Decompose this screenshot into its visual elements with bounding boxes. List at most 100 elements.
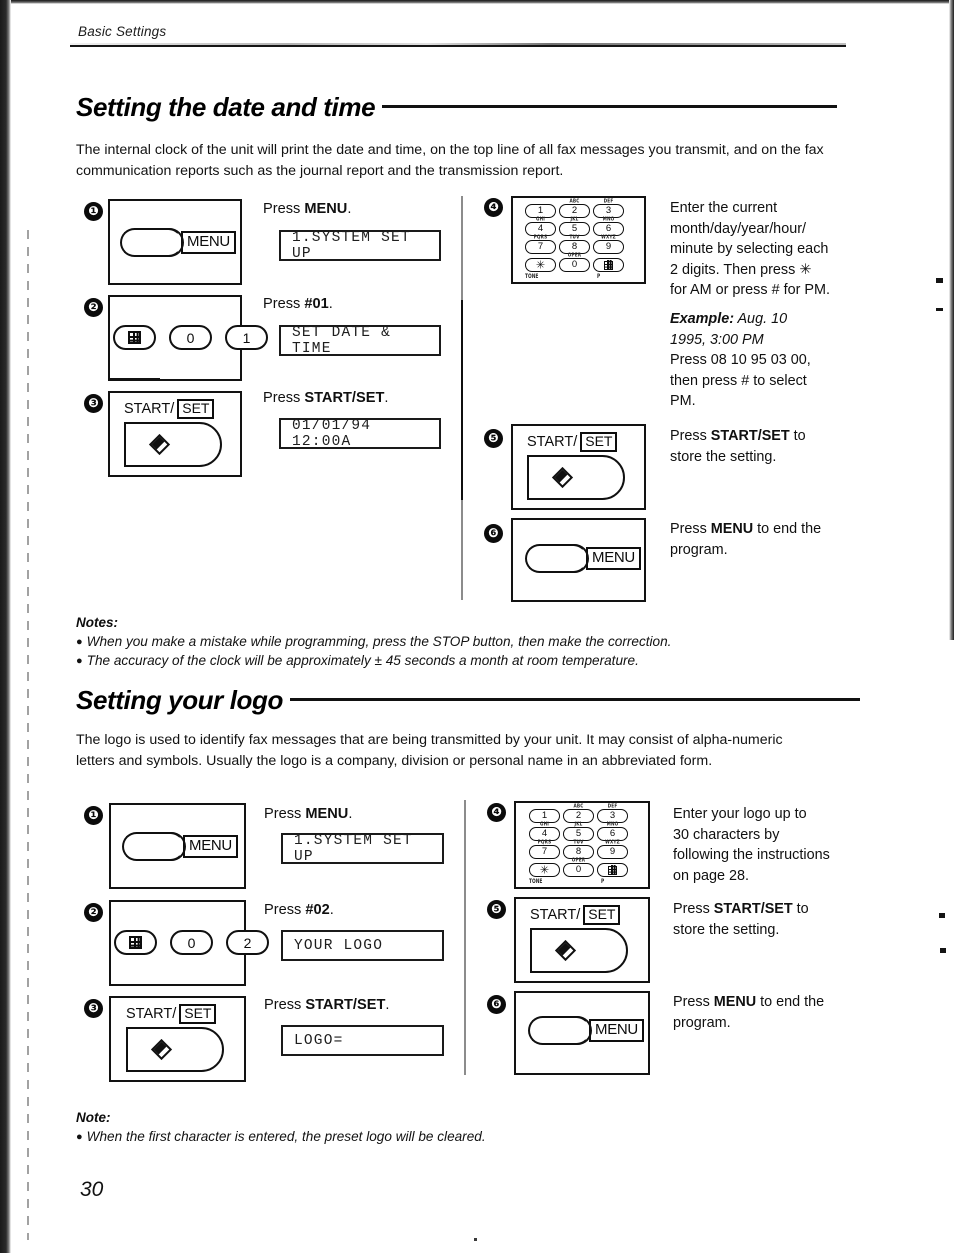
text-line: program. xyxy=(673,1014,731,1031)
instr-suffix: . xyxy=(385,997,390,1013)
start-diamond-icon xyxy=(554,940,577,962)
scan-speck xyxy=(940,948,946,953)
start-set-label: START/ SET xyxy=(124,399,222,420)
key-row-hash-0-2[interactable]: 0 2 xyxy=(114,930,269,955)
hash-icon xyxy=(607,865,617,875)
example-text: Press 08 10 95 03 00, xyxy=(670,352,811,368)
note-item: ● When you make a mistake while programmi… xyxy=(76,632,671,651)
keypad-key-7[interactable]: 7 xyxy=(529,845,560,859)
example-text: Aug. 10 xyxy=(734,311,788,327)
notes-title: Notes: xyxy=(76,615,119,630)
key-1[interactable]: 1 xyxy=(225,325,268,350)
keypad-cell: ✳ xyxy=(529,863,560,879)
instr-bold: START/SET xyxy=(305,997,386,1013)
bold-token: MENU xyxy=(713,994,757,1010)
text-line: Press START/SET to xyxy=(670,428,806,444)
key-sublabel: OPER xyxy=(571,855,586,863)
set-label: SET xyxy=(177,399,215,420)
key-sublabel: DEF xyxy=(607,801,618,809)
text-line: Enter the current xyxy=(670,200,778,216)
keypad-key-hash[interactable] xyxy=(593,258,624,272)
keypad-key-9[interactable]: 9 xyxy=(593,240,624,254)
key-sublabel: WXYZ xyxy=(605,837,620,845)
numeric-keypad[interactable]: 1 ABC 2 DEF 3 GHI 4 JKL 5 MNO 6 PQRS 7 TUV 8 WX… xyxy=(529,802,628,888)
key-sublabel: WXYZ xyxy=(601,232,616,240)
start-label: START/ xyxy=(124,401,175,418)
start-diamond-icon xyxy=(551,467,574,489)
lcd-display-2-logo: YOUR LOGO xyxy=(281,930,444,961)
running-header: Basic Settings xyxy=(78,24,167,39)
start-button-shape[interactable] xyxy=(124,422,222,468)
step-instruction-3-logo: Press START/SET. xyxy=(264,997,389,1013)
scan-speck xyxy=(474,1238,477,1241)
keypad-key-0[interactable]: 0 xyxy=(563,863,594,877)
start-label: START/ xyxy=(530,907,581,924)
text-line: 30 characters by xyxy=(673,826,780,843)
keypad-key-0[interactable]: 0 xyxy=(559,258,590,272)
text-line: Press MENU to end the xyxy=(670,521,822,537)
keypad-cell: PQRS 7 xyxy=(525,233,556,256)
start-set-button[interactable]: START/ SET xyxy=(124,399,222,468)
keypad-cell: OPER 0 xyxy=(563,856,594,879)
start-set-button[interactable]: START/ SET xyxy=(126,1004,224,1073)
bullet-icon: ● xyxy=(76,1131,83,1143)
menu-button-label: MENU xyxy=(181,231,236,254)
step-number-6-logo: ❻ xyxy=(487,995,506,1014)
keypad-cell: PQRS 7 xyxy=(529,838,560,861)
menu-button[interactable]: MENU xyxy=(120,227,236,257)
key-hash[interactable] xyxy=(113,325,156,350)
scan-line-left xyxy=(27,230,29,1240)
section-heading-logo: Setting your logo xyxy=(76,685,860,716)
note-title: Note: xyxy=(76,1110,111,1125)
key-hash[interactable] xyxy=(114,930,157,955)
menu-button[interactable]: MENU xyxy=(525,543,641,573)
keypad-grid: 1 ABC 2 DEF 3 GHI 4 JKL 5 MNO 6 PQRS 7 TUV 8 WX… xyxy=(525,197,624,274)
start-set-button[interactable]: START/ SET xyxy=(530,905,628,974)
key-0[interactable]: 0 xyxy=(169,325,212,350)
key-0[interactable]: 0 xyxy=(170,930,213,955)
step-number-4-logo: ❹ xyxy=(487,803,506,822)
note-text: The accuracy of the clock will be approx… xyxy=(86,653,639,668)
start-button-shape[interactable] xyxy=(530,928,628,974)
hash-icon xyxy=(603,260,613,270)
bullet-icon: ● xyxy=(76,636,83,648)
step-4-text-logo: Enter your logo up to 30 characters by f… xyxy=(673,804,858,886)
start-button-shape[interactable] xyxy=(527,455,625,501)
numeric-keypad[interactable]: 1 ABC 2 DEF 3 GHI 4 JKL 5 MNO 6 PQRS 7 TUV 8 WX… xyxy=(525,197,624,283)
start-diamond-icon xyxy=(148,434,171,456)
keypad-cell xyxy=(597,863,628,879)
example-text: then press # to select xyxy=(670,372,807,389)
step-instruction-3: Press START/SET. xyxy=(263,390,388,406)
keypad-key-hash[interactable] xyxy=(597,863,628,877)
star-icon: ✳ xyxy=(539,864,550,876)
instr-suffix: . xyxy=(348,806,353,822)
start-label: START/ xyxy=(126,1006,177,1023)
start-set-label: START/ SET xyxy=(527,432,625,453)
lcd-display-3: 01/01/94 12:00A xyxy=(279,418,441,450)
start-set-button[interactable]: START/ SET xyxy=(527,432,625,501)
bold-token: START/SET xyxy=(710,428,790,444)
instr-prefix: Press xyxy=(263,296,305,312)
keypad-foot-left: TONE xyxy=(525,274,539,281)
step-4-example: Example: Aug. 10 1995, 3:00 PM Press 08 … xyxy=(670,309,860,412)
step-number-5: ❺ xyxy=(484,429,503,448)
menu-button[interactable]: MENU xyxy=(528,1015,644,1045)
keypad-key-star[interactable]: ✳ xyxy=(525,258,556,272)
key-2[interactable]: 2 xyxy=(226,930,269,955)
menu-button-label: MENU xyxy=(589,1019,644,1042)
section-title: Setting your logo xyxy=(76,685,283,715)
keypad-key-star[interactable]: ✳ xyxy=(529,863,560,877)
keypad-key-7[interactable]: 7 xyxy=(525,240,556,254)
text-line: Press MENU to end the xyxy=(673,994,825,1010)
scan-speck xyxy=(936,308,943,311)
menu-button[interactable]: MENU xyxy=(122,831,238,861)
start-button-shape[interactable] xyxy=(126,1027,224,1073)
star-icon: ✳ xyxy=(535,259,546,271)
column-divider-dark xyxy=(461,300,463,500)
example-text: PM. xyxy=(670,393,696,409)
keypad-footer-labels: TONE P xyxy=(525,274,624,283)
key-row-hash-0-1[interactable]: 0 1 xyxy=(113,325,268,350)
instr-prefix: Press xyxy=(264,806,306,822)
keypad-key-9[interactable]: 9 xyxy=(597,845,628,859)
notes-block-logo: Note: ● When the first character is enter… xyxy=(76,1110,486,1146)
